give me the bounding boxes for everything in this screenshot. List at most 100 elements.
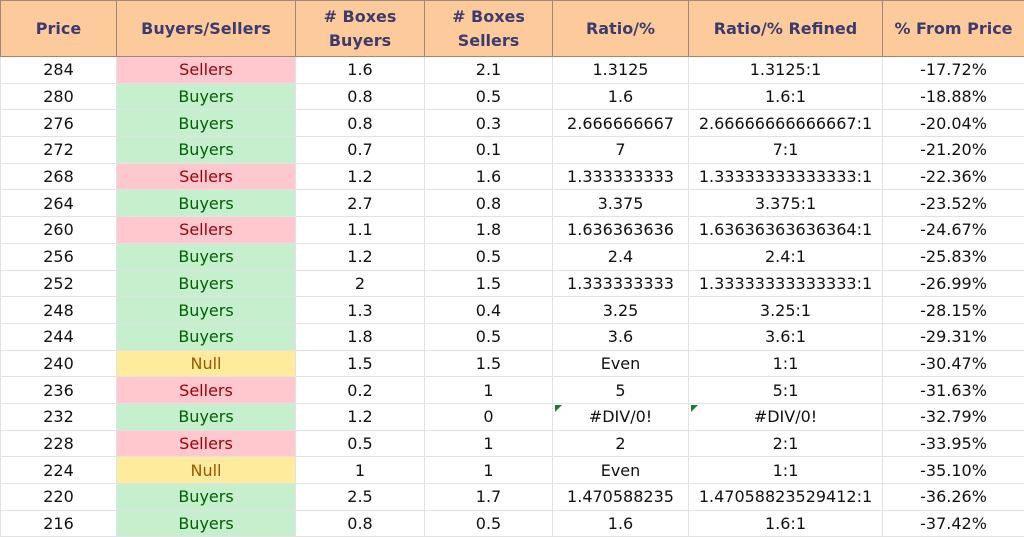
header-pct-from-price[interactable]: % From Price (882, 0, 1024, 57)
cell-ratio[interactable]: 1.470588235 (552, 483, 689, 511)
cell-ratio-refined[interactable]: 1.47058823529412:1 (688, 483, 883, 511)
cell-buyers-sellers[interactable]: Buyers (116, 109, 296, 138)
cell-pct-from-price[interactable]: -21.20% (882, 136, 1024, 164)
cell-price[interactable]: 244 (0, 322, 117, 351)
cell-pct-from-price[interactable]: -18.88% (882, 82, 1024, 111)
cell-boxes-sellers[interactable]: 0.5 (424, 242, 553, 271)
cell-boxes-buyers[interactable]: 1.1 (295, 216, 425, 244)
cell-boxes-sellers[interactable]: 1 (424, 376, 553, 404)
cell-pct-from-price[interactable]: -30.47% (882, 349, 1024, 378)
cell-buyers-sellers[interactable]: Sellers (116, 162, 296, 191)
cell-price[interactable]: 268 (0, 162, 117, 191)
cell-boxes-buyers[interactable]: 1.5 (295, 349, 425, 378)
cell-ratio-refined[interactable]: 7:1 (688, 136, 883, 164)
cell-boxes-buyers[interactable]: 0.7 (295, 136, 425, 164)
error-indicator-icon[interactable] (555, 404, 562, 412)
cell-boxes-buyers[interactable]: 2 (295, 269, 425, 298)
cell-ratio[interactable]: 1.333333333 (552, 269, 689, 298)
header-ratio[interactable]: Ratio/% (552, 0, 689, 57)
cell-ratio[interactable]: Even (552, 349, 689, 378)
cell-ratio-refined[interactable]: 2.4:1 (688, 242, 883, 271)
cell-ratio[interactable]: 3.375 (552, 189, 689, 218)
cell-buyers-sellers[interactable]: Buyers (116, 269, 296, 298)
cell-pct-from-price[interactable]: -22.36% (882, 162, 1024, 191)
cell-ratio[interactable]: 3.25 (552, 296, 689, 324)
cell-price[interactable]: 264 (0, 189, 117, 218)
cell-ratio[interactable]: 3.6 (552, 322, 689, 351)
cell-buyers-sellers[interactable]: Sellers (116, 376, 296, 404)
cell-ratio-refined[interactable]: 5:1 (688, 376, 883, 404)
cell-boxes-buyers[interactable]: 0.8 (295, 82, 425, 111)
cell-boxes-buyers[interactable]: 1.2 (295, 242, 425, 271)
cell-ratio[interactable]: 5 (552, 376, 689, 404)
header-ratio-refined[interactable]: Ratio/% Refined (688, 0, 883, 57)
header-boxes-sellers[interactable]: # Boxes Sellers (424, 0, 553, 57)
cell-price[interactable]: 284 (0, 56, 117, 84)
cell-ratio-refined[interactable]: 1.33333333333333:1 (688, 269, 883, 298)
cell-ratio[interactable]: 1.333333333 (552, 162, 689, 191)
cell-buyers-sellers[interactable]: Sellers (116, 56, 296, 84)
cell-ratio[interactable]: 2.666666667 (552, 109, 689, 138)
cell-boxes-buyers[interactable]: 1 (295, 456, 425, 484)
cell-ratio-refined[interactable]: 3.375:1 (688, 189, 883, 218)
cell-boxes-sellers[interactable]: 0.5 (424, 82, 553, 111)
cell-boxes-buyers[interactable]: 0.8 (295, 509, 425, 537)
cell-ratio-refined[interactable]: 1:1 (688, 349, 883, 378)
cell-price[interactable]: 220 (0, 483, 117, 511)
cell-ratio[interactable]: 1.6 (552, 509, 689, 537)
cell-ratio-refined[interactable]: 1.33333333333333:1 (688, 162, 883, 191)
cell-buyers-sellers[interactable]: Buyers (116, 296, 296, 324)
header-buyers-sellers[interactable]: Buyers/Sellers (116, 0, 296, 57)
cell-ratio-refined[interactable]: 1.3125:1 (688, 56, 883, 84)
cell-boxes-sellers[interactable]: 2.1 (424, 56, 553, 84)
cell-buyers-sellers[interactable]: Buyers (116, 402, 296, 431)
cell-ratio[interactable]: 7 (552, 136, 689, 164)
header-boxes-buyers[interactable]: # Boxes Buyers (295, 0, 425, 57)
cell-boxes-buyers[interactable]: 1.2 (295, 162, 425, 191)
cell-ratio-refined[interactable]: 1.63636363636364:1 (688, 216, 883, 244)
cell-buyers-sellers[interactable]: Null (116, 349, 296, 378)
cell-ratio-refined[interactable]: #DIV/0! (688, 402, 883, 431)
cell-price[interactable]: 280 (0, 82, 117, 111)
cell-buyers-sellers[interactable]: Null (116, 456, 296, 484)
cell-boxes-sellers[interactable]: 1 (424, 456, 553, 484)
cell-price[interactable]: 260 (0, 216, 117, 244)
cell-ratio-refined[interactable]: 1.6:1 (688, 509, 883, 537)
cell-boxes-sellers[interactable]: 0.4 (424, 296, 553, 324)
cell-price[interactable]: 216 (0, 509, 117, 537)
cell-pct-from-price[interactable]: -20.04% (882, 109, 1024, 138)
cell-boxes-buyers[interactable]: 2.7 (295, 189, 425, 218)
cell-price[interactable]: 272 (0, 136, 117, 164)
cell-ratio[interactable]: 1.6 (552, 82, 689, 111)
cell-price[interactable]: 236 (0, 376, 117, 404)
cell-price[interactable]: 252 (0, 269, 117, 298)
error-indicator-icon[interactable] (691, 404, 698, 412)
cell-pct-from-price[interactable]: -26.99% (882, 269, 1024, 298)
cell-pct-from-price[interactable]: -35.10% (882, 456, 1024, 484)
cell-buyers-sellers[interactable]: Buyers (116, 82, 296, 111)
cell-price[interactable]: 224 (0, 456, 117, 484)
cell-pct-from-price[interactable]: -29.31% (882, 322, 1024, 351)
cell-pct-from-price[interactable]: -36.26% (882, 483, 1024, 511)
cell-boxes-sellers[interactable]: 0.5 (424, 322, 553, 351)
cell-boxes-buyers[interactable]: 0.8 (295, 109, 425, 138)
cell-price[interactable]: 276 (0, 109, 117, 138)
cell-boxes-buyers[interactable]: 1.2 (295, 402, 425, 431)
cell-ratio-refined[interactable]: 1.6:1 (688, 82, 883, 111)
cell-buyers-sellers[interactable]: Sellers (116, 216, 296, 244)
cell-boxes-sellers[interactable]: 1.5 (424, 349, 553, 378)
cell-price[interactable]: 240 (0, 349, 117, 378)
cell-boxes-buyers[interactable]: 0.2 (295, 376, 425, 404)
cell-ratio-refined[interactable]: 2.66666666666667:1 (688, 109, 883, 138)
cell-ratio[interactable]: #DIV/0! (552, 402, 689, 431)
cell-pct-from-price[interactable]: -33.95% (882, 429, 1024, 458)
header-price[interactable]: Price (0, 0, 117, 57)
cell-boxes-buyers[interactable]: 1.8 (295, 322, 425, 351)
cell-boxes-sellers[interactable]: 0.8 (424, 189, 553, 218)
cell-pct-from-price[interactable]: -17.72% (882, 56, 1024, 84)
cell-ratio-refined[interactable]: 2:1 (688, 429, 883, 458)
cell-boxes-sellers[interactable]: 1.7 (424, 483, 553, 511)
cell-ratio[interactable]: 1.3125 (552, 56, 689, 84)
cell-buyers-sellers[interactable]: Buyers (116, 242, 296, 271)
cell-boxes-buyers[interactable]: 1.6 (295, 56, 425, 84)
